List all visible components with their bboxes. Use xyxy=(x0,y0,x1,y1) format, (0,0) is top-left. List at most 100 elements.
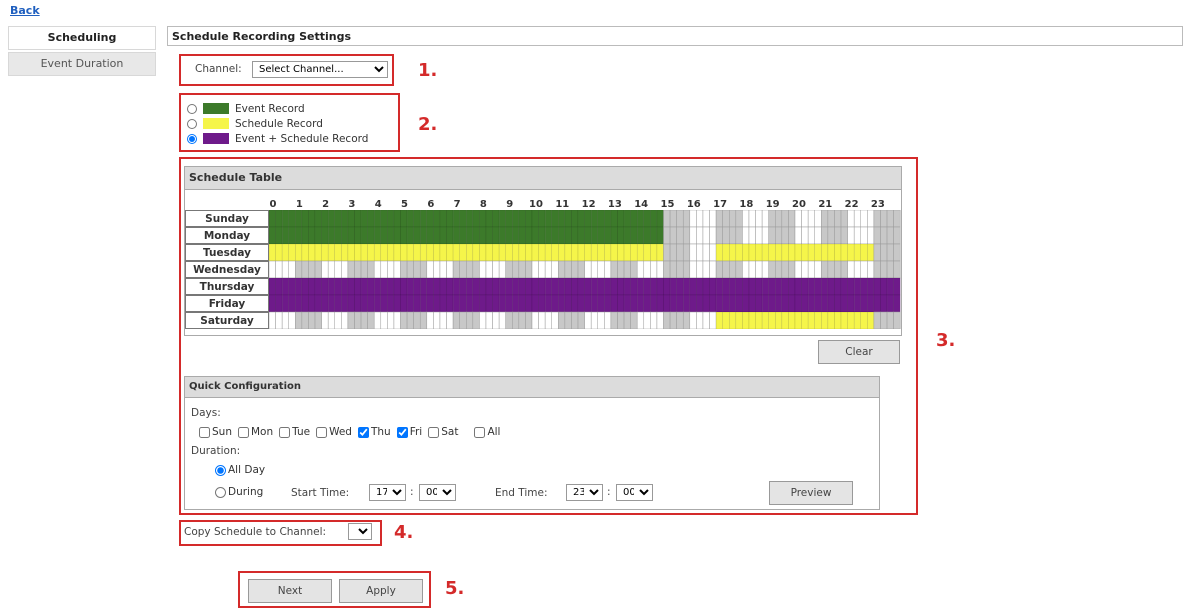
sidebar-item-scheduling[interactable]: Scheduling xyxy=(8,26,156,50)
schedule-cell[interactable] xyxy=(617,226,625,245)
schedule-cell[interactable] xyxy=(794,277,802,296)
schedule-cell[interactable] xyxy=(380,243,388,262)
schedule-cell[interactable] xyxy=(459,294,467,313)
schedule-cell[interactable] xyxy=(630,294,638,313)
schedule-cell[interactable] xyxy=(853,277,862,296)
schedule-cell[interactable] xyxy=(406,311,414,329)
schedule-cell[interactable] xyxy=(301,226,309,245)
schedule-cell[interactable] xyxy=(584,260,592,279)
schedule-cell[interactable] xyxy=(439,277,447,296)
schedule-cell[interactable] xyxy=(807,311,815,329)
schedule-cell[interactable] xyxy=(604,277,612,296)
schedule-cell[interactable] xyxy=(781,294,789,313)
schedule-cell[interactable] xyxy=(551,260,559,279)
schedule-cell[interactable] xyxy=(630,243,638,262)
schedule-cell[interactable] xyxy=(623,294,631,313)
schedule-cell[interactable] xyxy=(709,277,717,296)
schedule-cell[interactable] xyxy=(380,260,388,279)
schedule-cell[interactable] xyxy=(676,226,684,245)
schedule-cell[interactable] xyxy=(663,226,671,245)
schedule-cell[interactable] xyxy=(433,294,441,313)
schedule-cell[interactable] xyxy=(709,226,717,245)
schedule-cell[interactable] xyxy=(413,277,421,296)
schedule-cell[interactable] xyxy=(354,243,362,262)
schedule-cell[interactable] xyxy=(433,277,441,296)
schedule-cell[interactable] xyxy=(419,243,428,262)
schedule-cell[interactable] xyxy=(485,260,493,279)
schedule-cell[interactable] xyxy=(682,294,691,313)
schedule-cell[interactable] xyxy=(531,226,539,245)
schedule-cell[interactable] xyxy=(419,210,428,228)
schedule-cell[interactable] xyxy=(334,243,342,262)
schedule-cell[interactable] xyxy=(419,311,428,329)
schedule-cell[interactable] xyxy=(400,226,408,245)
schedule-cell[interactable] xyxy=(544,243,552,262)
schedule-cell[interactable] xyxy=(610,277,618,296)
schedule-cell[interactable] xyxy=(393,226,401,245)
schedule-cell[interactable] xyxy=(880,260,888,279)
schedule-cell[interactable] xyxy=(373,294,382,313)
schedule-cell[interactable] xyxy=(400,260,408,279)
schedule-cell[interactable] xyxy=(696,311,704,329)
schedule-cell[interactable] xyxy=(380,294,388,313)
schedule-cell[interactable] xyxy=(656,260,664,279)
schedule-cell[interactable] xyxy=(656,277,664,296)
schedule-cell[interactable] xyxy=(492,277,500,296)
schedule-cell[interactable] xyxy=(840,311,848,329)
schedule-cell[interactable] xyxy=(314,210,322,228)
schedule-cell[interactable] xyxy=(840,277,848,296)
schedule-cell[interactable] xyxy=(821,210,829,228)
schedule-cell[interactable] xyxy=(886,294,894,313)
schedule-cell[interactable] xyxy=(827,311,835,329)
schedule-cell[interactable] xyxy=(623,260,631,279)
schedule-cell[interactable] xyxy=(748,210,756,228)
schedule-cell[interactable] xyxy=(682,277,691,296)
schedule-cell[interactable] xyxy=(827,210,835,228)
schedule-cell[interactable] xyxy=(853,311,862,329)
schedule-cell[interactable] xyxy=(597,226,605,245)
schedule-cell[interactable] xyxy=(735,243,743,262)
schedule-cell[interactable] xyxy=(893,210,901,228)
schedule-cell[interactable] xyxy=(439,243,447,262)
schedule-cell[interactable] xyxy=(419,294,428,313)
schedule-cell[interactable] xyxy=(597,294,605,313)
schedule-cell[interactable] xyxy=(788,226,796,245)
schedule-cell[interactable] xyxy=(847,243,855,262)
start-hour-select[interactable]: 17 xyxy=(369,484,406,501)
schedule-cell[interactable] xyxy=(584,226,592,245)
schedule-cell[interactable] xyxy=(281,210,289,228)
schedule-cell[interactable] xyxy=(295,311,303,329)
schedule-cell[interactable] xyxy=(682,311,691,329)
schedule-cell[interactable] xyxy=(590,277,599,296)
schedule-cell[interactable] xyxy=(814,210,822,228)
schedule-cell[interactable] xyxy=(755,210,763,228)
schedule-cell[interactable] xyxy=(893,260,901,279)
schedule-cell[interactable] xyxy=(604,260,612,279)
schedule-cell[interactable] xyxy=(498,243,506,262)
schedule-cell[interactable] xyxy=(742,243,750,262)
schedule-cell[interactable] xyxy=(696,226,704,245)
schedule-cell[interactable] xyxy=(512,243,520,262)
schedule-cell[interactable] xyxy=(702,277,710,296)
schedule-cell[interactable] xyxy=(577,243,585,262)
schedule-cell[interactable] xyxy=(406,277,414,296)
schedule-cell[interactable] xyxy=(426,277,434,296)
schedule-cell[interactable] xyxy=(893,311,901,329)
schedule-cell[interactable] xyxy=(433,243,441,262)
schedule-cell[interactable] xyxy=(893,277,901,296)
schedule-cell[interactable] xyxy=(729,260,737,279)
schedule-cell[interactable] xyxy=(275,311,283,329)
schedule-cell[interactable] xyxy=(459,243,467,262)
schedule-cell[interactable] xyxy=(466,260,474,279)
schedule-cell[interactable] xyxy=(275,243,283,262)
schedule-cell[interactable] xyxy=(413,260,421,279)
schedule-cell[interactable] xyxy=(281,277,289,296)
schedule-cell[interactable] xyxy=(393,260,401,279)
schedule-cell[interactable] xyxy=(525,260,533,279)
schedule-cell[interactable] xyxy=(452,277,460,296)
schedule-cell[interactable] xyxy=(452,243,460,262)
schedule-cell[interactable] xyxy=(590,243,599,262)
schedule-cell[interactable] xyxy=(867,294,875,313)
schedule-cell[interactable] xyxy=(288,277,296,296)
schedule-cell[interactable] xyxy=(742,277,750,296)
